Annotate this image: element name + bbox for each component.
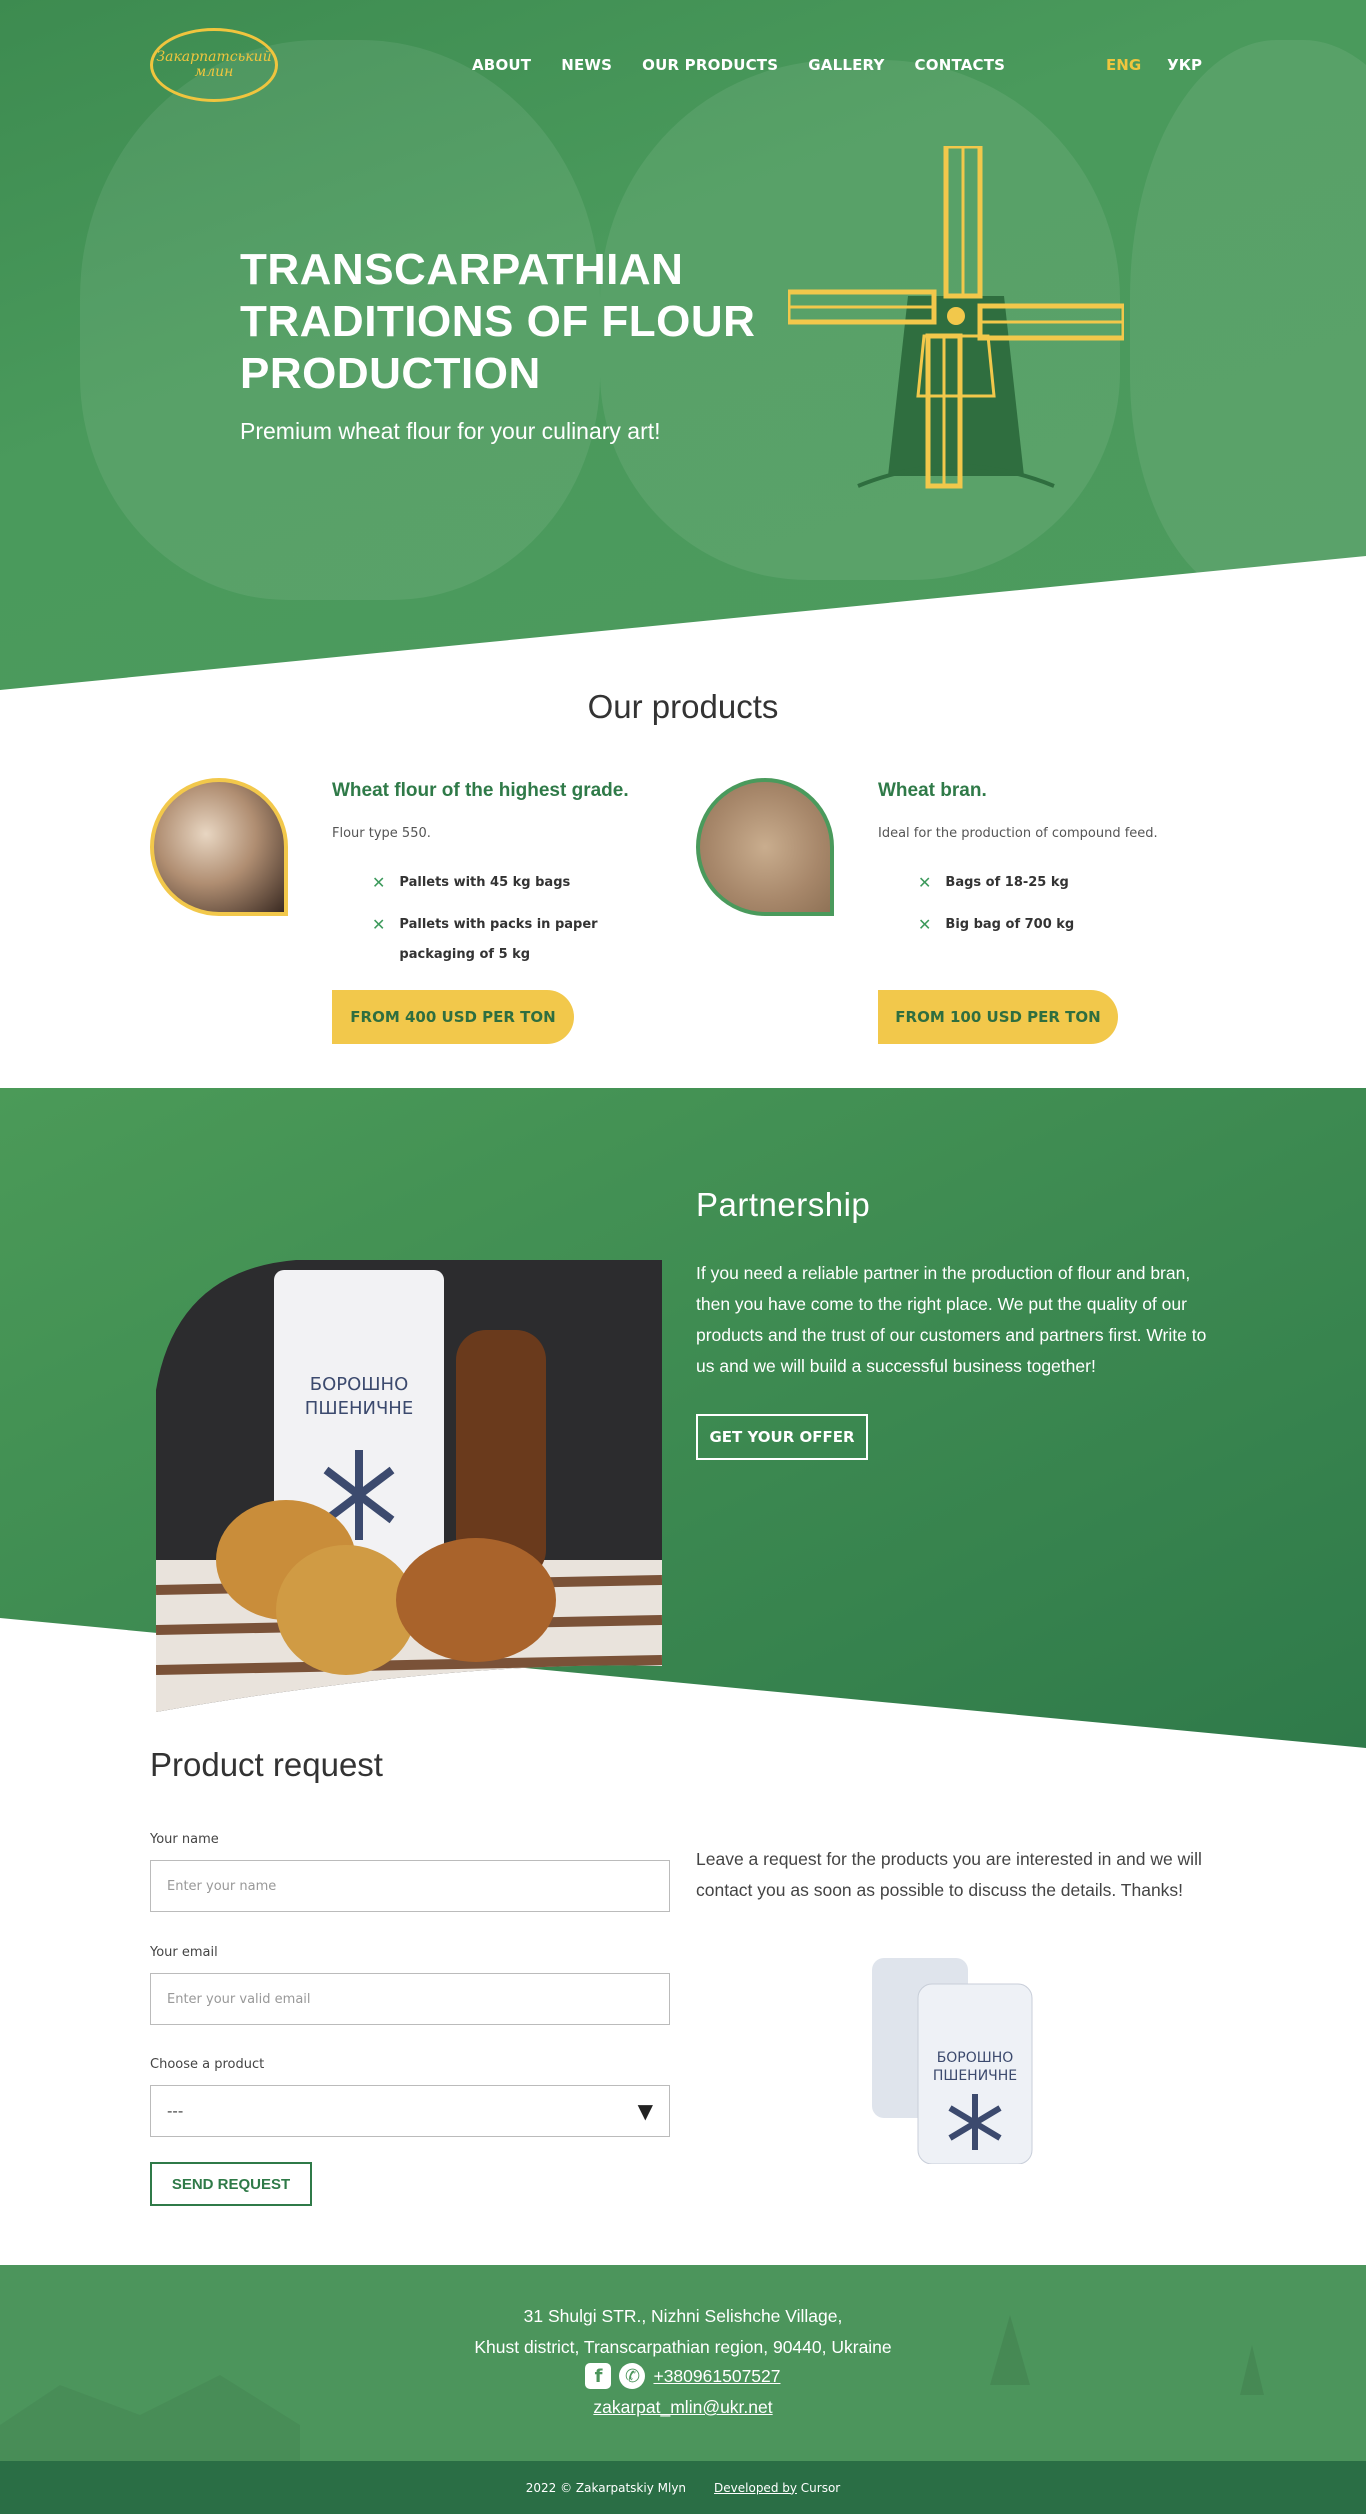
flour-price-button[interactable]: FROM 400 USD PER TON	[332, 990, 574, 1044]
product-title: Wheat bran.	[878, 780, 987, 801]
feature-item: ✕ Bags of 18-25 kg	[918, 868, 1074, 898]
cross-icon: ✕	[918, 873, 932, 892]
package-text-1: БОРОШНО	[310, 1374, 409, 1395]
feature-item: ✕ Big bag of 700 kg	[918, 910, 1074, 940]
site-footer: 31 Shulgi STR., Nizhni Selishche Village…	[0, 2265, 1366, 2461]
send-request-button[interactable]: SEND REQUEST	[150, 2162, 312, 2206]
bran-price-button[interactable]: FROM 100 USD PER TON	[878, 990, 1118, 1044]
copyright-bar: 2022 © Zakarpatskiy Mlyn Developed by Cu…	[0, 2461, 1366, 2514]
bread-and-flour-photo: БОРОШНО ПШЕНИЧНЕ	[156, 1260, 662, 1712]
partnership-text: If you need a reliable partner in the pr…	[696, 1263, 1207, 1376]
cross-icon: ✕	[372, 873, 386, 892]
whatsapp-icon[interactable]: ✆	[619, 2363, 646, 2389]
dropdown-arrow-icon: ▼	[637, 2099, 653, 2123]
feature-item: ✕ Pallets with packs in paper packaging …	[372, 910, 662, 970]
phone-link[interactable]: +380961507527	[653, 2366, 780, 2387]
product-features: ✕ Bags of 18-25 kg ✕ Big bag of 700 kg	[918, 868, 1074, 940]
partnership-section: Partnership If you need a reliable partn…	[0, 1088, 1366, 1748]
name-input[interactable]	[150, 1860, 670, 1912]
cross-icon: ✕	[372, 915, 386, 934]
request-text: Leave a request for the products you are…	[696, 1849, 1202, 1900]
product-select[interactable]: --- ▼	[150, 2085, 670, 2137]
email-input[interactable]	[150, 1973, 670, 2025]
flour-packages-image: БОРОШНО ПШЕНИЧНЕ	[872, 1958, 1033, 2164]
hero-diagonal-divider	[0, 556, 1366, 690]
package-text-2: ПШЕНИЧНЕ	[933, 2068, 1017, 2084]
email-link[interactable]: zakarpat_mlin@ukr.net	[593, 2397, 772, 2417]
copyright-text: 2022 © Zakarpatskiy Mlyn	[525, 2480, 687, 2495]
request-heading: Product request	[150, 1746, 383, 1783]
product-title: Wheat flour of the highest grade.	[332, 780, 629, 801]
feature-item: ✕ Pallets with 45 kg bags	[372, 868, 662, 898]
name-label: Your name	[150, 1832, 219, 1847]
package-text-2: ПШЕНИЧНЕ	[305, 1398, 413, 1419]
package-text-1: БОРОШНО	[937, 2050, 1014, 2066]
products-heading: Our products	[587, 688, 779, 725]
hero-section: Закарпатський млин ABOUT NEWS OUR PRODUC…	[0, 0, 1366, 690]
contact-links: f ✆ +380961507527	[0, 2363, 1366, 2389]
product-select-label: Choose a product	[150, 2057, 265, 2072]
bran-image	[696, 778, 834, 916]
address: 31 Shulgi STR., Nizhni Selishche Village…	[474, 2306, 892, 2357]
cross-icon: ✕	[918, 915, 932, 934]
get-offer-button[interactable]: GET YOUR OFFER	[696, 1414, 868, 1460]
flour-image	[150, 778, 288, 916]
developed-by-link[interactable]: Developed by	[714, 2481, 797, 2495]
developer-credit: Developed by Cursor	[714, 2480, 841, 2495]
product-desc: Flour type 550.	[332, 826, 431, 841]
product-desc: Ideal for the production of compound fee…	[878, 826, 1158, 841]
email-row: zakarpat_mlin@ukr.net	[0, 2397, 1366, 2418]
product-features: ✕ Pallets with 45 kg bags ✕ Pallets with…	[372, 868, 662, 970]
facebook-icon[interactable]: f	[585, 2363, 612, 2389]
partnership-heading: Partnership	[696, 1186, 871, 1223]
product-select-value: ---	[167, 2102, 184, 2120]
email-label: Your email	[150, 1945, 218, 1960]
